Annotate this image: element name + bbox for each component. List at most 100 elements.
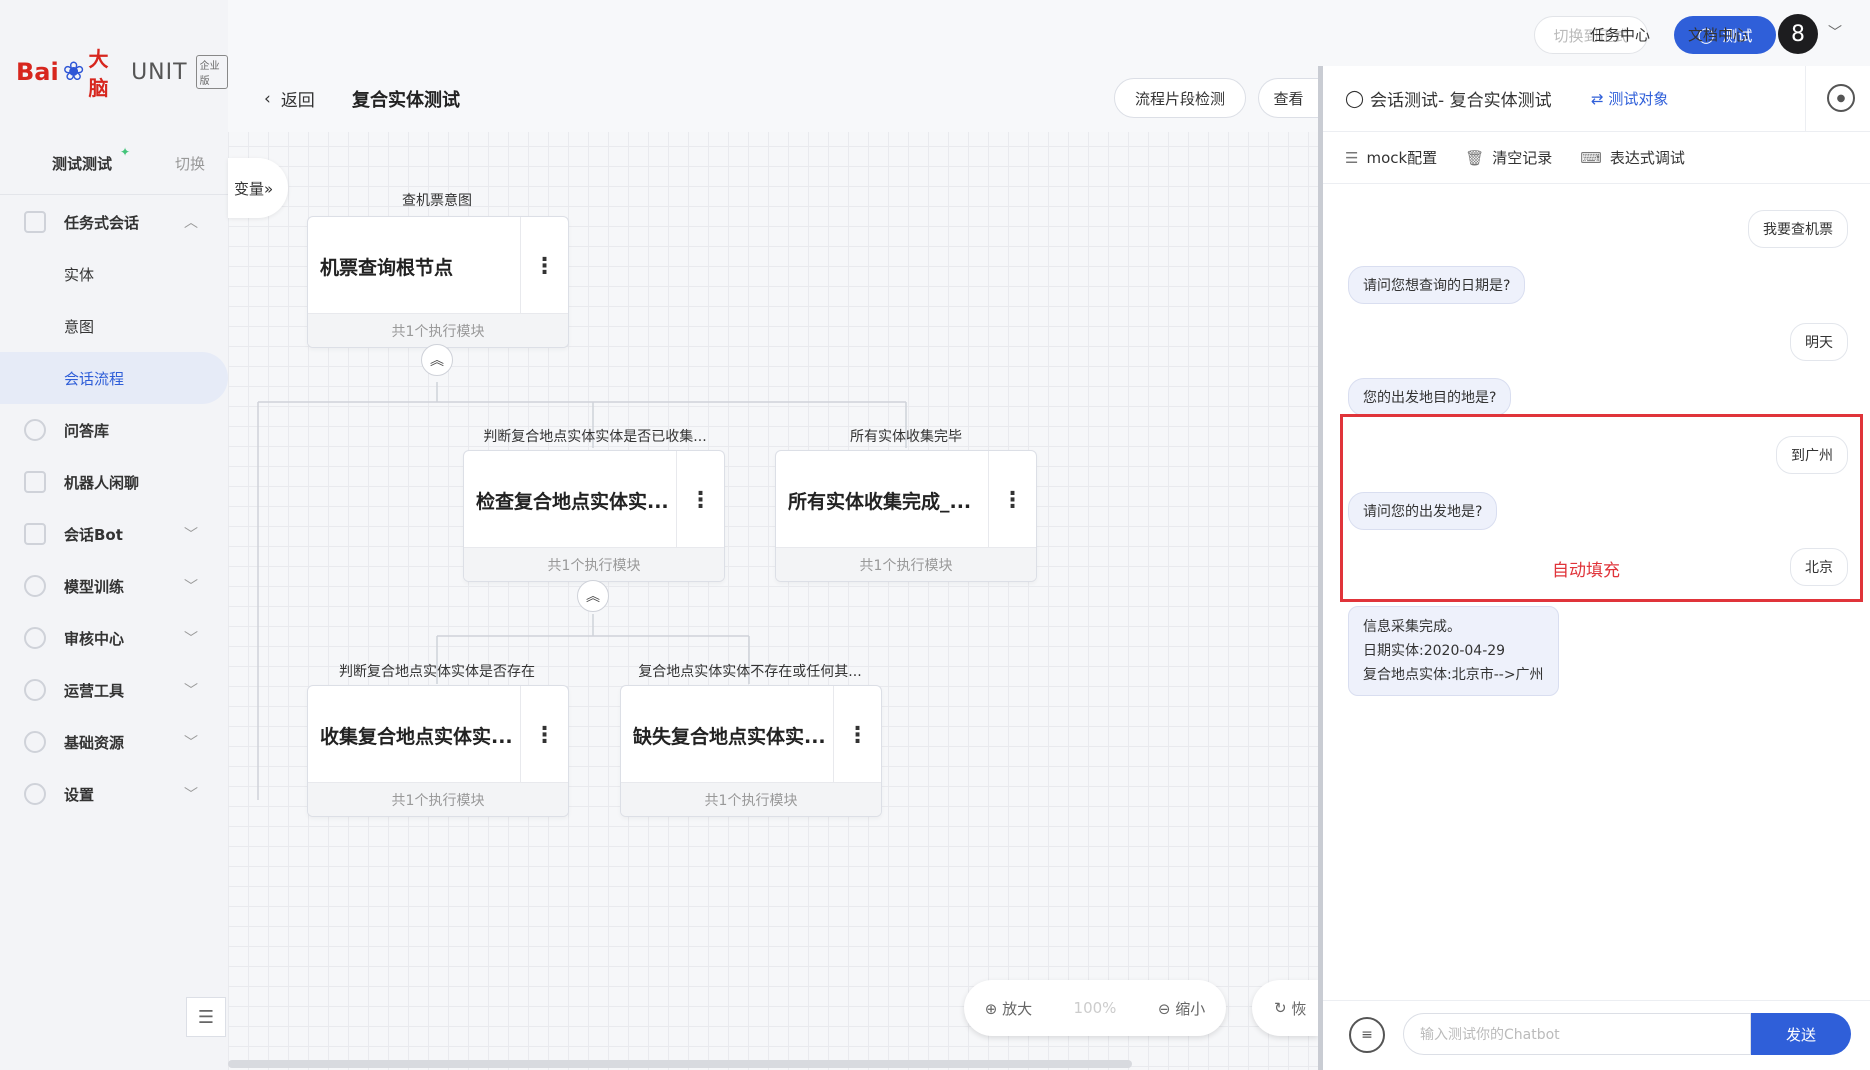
mock-config-label: mock配置 — [1366, 149, 1438, 167]
code-icon: ⌨ — [1580, 149, 1602, 167]
plus-circle-icon: ⊕ — [984, 999, 998, 1018]
clear-history-button[interactable]: 🗑 清空记录 — [1465, 147, 1552, 168]
flow-node-collect[interactable]: 收集复合地点实体实... ⋮ 共1个执行模块 — [307, 685, 569, 817]
flow-node-root[interactable]: 机票查询根节点 ⋮ 共1个执行模块 — [307, 216, 569, 348]
dialog-icon — [24, 211, 46, 233]
sidebar-item-qa[interactable]: 问答库 — [0, 404, 228, 456]
zoom-out-label: 缩小 — [1175, 999, 1206, 1018]
panel-title: ◯ 会话测试- 复合实体测试 — [1345, 86, 1552, 112]
sidebar-item-resources[interactable]: 基础资源 ﹀ — [0, 716, 228, 768]
logo-unit-text: UNIT — [131, 59, 188, 85]
docs-center-link[interactable]: 文档中心 — [1688, 24, 1748, 45]
node-label: 判断复合地点实体实体是否已收集... — [483, 429, 707, 445]
chevron-left-icon: ‹ — [264, 88, 271, 109]
target-icon[interactable]: ● — [1827, 84, 1855, 112]
sidebar-item-chitchat[interactable]: 机器人闲聊 — [0, 456, 228, 508]
autofill-annotation: 自动填充 — [1552, 561, 1620, 581]
node-label: 查机票意图 — [402, 193, 472, 209]
restore-button[interactable]: ↻ 恢 — [1252, 980, 1318, 1036]
user-message: 明天 — [1790, 323, 1848, 361]
send-button[interactable]: 发送 — [1751, 1013, 1851, 1055]
trash-icon: 🗑 — [1465, 149, 1485, 167]
zoom-in-button[interactable]: ⊕ 放大 — [985, 998, 1032, 1019]
app-root: Bai ❀ 大脑 UNIT 企业版 测试测试 ✦ 切换 任务式会话 ︿ 实体 意… — [0, 0, 1870, 1070]
variables-tab[interactable]: 变量» — [228, 158, 288, 218]
chat-input[interactable]: 输入测试你的Chatbot — [1403, 1013, 1751, 1055]
project-selector: 测试测试 ✦ 切换 — [0, 145, 228, 195]
zoom-controls: ⊕ 放大 100% ⊖ 缩小 — [964, 980, 1226, 1036]
sidebar-item-dialog-flow[interactable]: 会话流程 — [0, 352, 228, 404]
sidebar-item-bot[interactable]: 会话Bot ﹀ — [0, 508, 228, 560]
node-footer: 共1个执行模块 — [621, 782, 881, 816]
sidebar-item-intent[interactable]: 意图 — [0, 300, 228, 352]
more-vertical-icon[interactable]: ⋮ — [833, 686, 881, 784]
bot-message: 您的出发地目的地是? — [1348, 378, 1512, 416]
flow-node-complete[interactable]: 所有实体收集完成_... ⋮ 共1个执行模块 — [775, 450, 1037, 582]
view-button[interactable]: 查看 — [1258, 78, 1318, 118]
chevron-down-icon: ﹀ — [184, 735, 198, 751]
test-object-link[interactable]: ⇄ 测试对象 — [1591, 88, 1668, 109]
node-label: 所有实体收集完毕 — [850, 429, 962, 445]
more-vertical-icon[interactable]: ⋮ — [520, 686, 568, 784]
panel-toolbar: ☰ mock配置 🗑 清空记录 ⌨ 表达式调试 — [1323, 132, 1870, 184]
node-label: 复合地点实体实体不存在或任何其... — [638, 664, 862, 680]
question-icon — [24, 419, 46, 441]
sidebar-item-settings[interactable]: 设置 ﹀ — [0, 768, 228, 820]
sidebar-collapse-button[interactable]: ☰ — [186, 997, 226, 1037]
refresh-icon: ↻ — [1274, 999, 1287, 1017]
chevron-down-icon: ﹀ — [184, 579, 198, 595]
back-button[interactable]: ‹ 返回 — [264, 86, 315, 112]
node-label: 判断复合地点实体实体是否存在 — [339, 664, 535, 680]
collapse-up-icon[interactable]: ︽ — [577, 580, 609, 612]
task-center-link[interactable]: 任务中心 — [1590, 24, 1650, 45]
sidebar-item-label: 设置 — [64, 785, 95, 804]
sidebar-item-label: 运营工具 — [64, 681, 125, 700]
more-vertical-icon[interactable]: ⋮ — [520, 217, 568, 315]
sidebar-item-task-dialog[interactable]: 任务式会话 ︿ — [0, 196, 228, 248]
resource-icon — [24, 731, 46, 753]
baidu-paw-icon: ❀ — [62, 57, 85, 87]
sidebar-item-label: 机器人闲聊 — [64, 473, 140, 492]
expression-debug-button[interactable]: ⌨ 表达式调试 — [1580, 147, 1685, 168]
mock-config-button[interactable]: ☰ mock配置 — [1345, 147, 1437, 168]
zoom-out-button[interactable]: ⊖ 缩小 — [1158, 998, 1205, 1019]
sidebar-item-review[interactable]: 审核中心 ﹀ — [0, 612, 228, 664]
more-vertical-icon[interactable]: ⋮ — [676, 451, 724, 549]
logo-bai-text: Bai — [16, 58, 59, 86]
node-footer: 共1个执行模块 — [308, 782, 568, 816]
edition-badge: 企业版 — [195, 55, 228, 89]
flow-node-check[interactable]: 检查复合地点实体实... ⋮ 共1个执行模块 — [463, 450, 725, 582]
top-bar: 切换到正式 ◯ 测试 任务中心 文档中心 8 ﹀ — [228, 0, 1870, 66]
expression-debug-label: 表达式调试 — [1609, 149, 1685, 167]
node-footer: 共1个执行模块 — [308, 313, 568, 347]
node-title: 所有实体收集完成_... — [788, 490, 972, 513]
node-title: 检查复合地点实体实... — [476, 490, 669, 513]
zoom-level: 100% — [1073, 999, 1117, 1017]
flow-node-missing[interactable]: 缺失复合地点实体实... ⋮ 共1个执行模块 — [620, 685, 882, 817]
horizontal-scrollbar[interactable] — [228, 1060, 1132, 1068]
chevron-down-icon: ﹀ — [184, 631, 198, 647]
chevron-down-icon: ﹀ — [184, 683, 198, 699]
project-name: 测试测试 — [52, 155, 113, 173]
gear-icon — [24, 783, 46, 805]
sidebar-item-ops-tools[interactable]: 运营工具 ﹀ — [0, 664, 228, 716]
more-vertical-icon[interactable]: ⋮ — [988, 451, 1036, 549]
avatar[interactable]: 8 — [1778, 14, 1818, 54]
project-switch-button[interactable]: 切换 — [175, 153, 205, 174]
restore-label: 恢 — [1291, 999, 1307, 1018]
canvas-header: ‹ 返回 复合实体测试 流程片段检测 查看 — [228, 66, 1318, 132]
baidu-unit-logo: Bai ❀ 大脑 UNIT 企业版 — [16, 47, 228, 100]
summary-line: 信息采集完成。 — [1363, 619, 1461, 635]
sidebar-item-model-training[interactable]: 模型训练 ﹀ — [0, 560, 228, 612]
menu-list-icon[interactable]: ≡ — [1349, 1017, 1385, 1053]
chevron-down-icon[interactable]: ﹀ — [1828, 22, 1842, 42]
collapse-up-icon[interactable]: ︽ — [421, 344, 453, 376]
sidebar-item-entity[interactable]: 实体 — [0, 248, 228, 300]
sidebar: Bai ❀ 大脑 UNIT 企业版 测试测试 ✦ 切换 任务式会话 ︿ 实体 意… — [0, 0, 228, 1070]
flow-check-button[interactable]: 流程片段检测 — [1114, 78, 1246, 118]
sidebar-item-label: 会话Bot — [64, 525, 123, 544]
logo-danao-text: 大脑 — [88, 47, 109, 100]
summary-line: 复合地点实体:北京市-->广州 — [1363, 667, 1544, 683]
shield-icon — [24, 627, 46, 649]
minus-circle-icon: ⊖ — [1157, 999, 1171, 1018]
